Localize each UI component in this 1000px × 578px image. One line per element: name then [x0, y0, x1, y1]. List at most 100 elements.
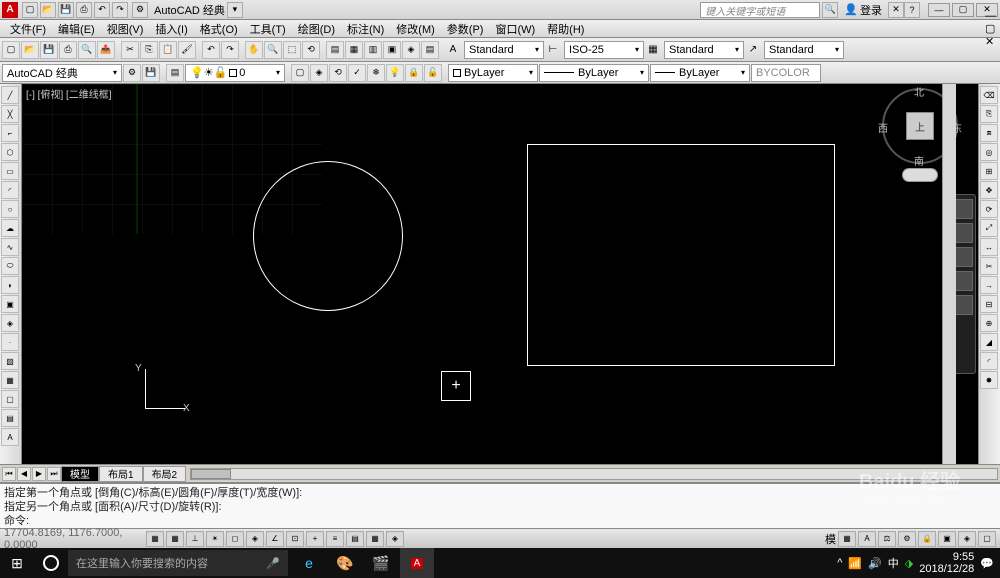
lwt-toggle[interactable]: ≡ [326, 531, 344, 547]
layer-state-icon[interactable]: ▢ [291, 64, 309, 82]
tray-notifications-icon[interactable]: 💬 [980, 557, 994, 570]
ellipsearc-icon[interactable]: ◗ [1, 276, 19, 294]
layer-dropdown[interactable]: 💡 ☀ 🔓 0 ▾ [185, 64, 285, 82]
ellipse-icon[interactable]: ⬭ [1, 257, 19, 275]
edge-icon[interactable]: e [292, 548, 326, 578]
workspace-icon[interactable]: ⚙ [132, 2, 148, 18]
nav-wheel-icon[interactable] [953, 199, 973, 219]
taskbar-search-input[interactable]: 在这里输入你要搜索的内容 🎤 [68, 550, 288, 576]
pline-icon[interactable]: ⌐ [1, 124, 19, 142]
app-logo[interactable]: A [2, 2, 18, 18]
chamfer-icon[interactable]: ◢ [980, 333, 998, 351]
exchange-icon[interactable]: ✕ [888, 2, 904, 18]
point-icon[interactable]: · [1, 333, 19, 351]
tpy-toggle[interactable]: ▤ [346, 531, 364, 547]
redo-icon[interactable]: ↷ [112, 2, 128, 18]
osnap-toggle[interactable]: ◻ [226, 531, 244, 547]
zoom-rt-icon[interactable]: 🔍 [264, 41, 282, 59]
movies-icon[interactable]: 🎬 [364, 548, 398, 578]
tab-layout1[interactable]: 布局1 [99, 466, 143, 482]
start-button[interactable]: ⊞ [0, 548, 34, 578]
command-prompt[interactable]: 命令: [4, 514, 996, 528]
open-icon[interactable]: 📂 [40, 2, 56, 18]
ws-switch-icon[interactable]: ⚙ [898, 531, 916, 547]
cut-icon[interactable]: ✂ [121, 41, 139, 59]
menu-help[interactable]: 帮助(H) [541, 21, 590, 37]
layer-freeze-icon[interactable]: ❄ [367, 64, 385, 82]
menu-parametric[interactable]: 参数(P) [441, 21, 490, 37]
search-icon[interactable]: 🔍 [822, 2, 838, 18]
doc-close-button[interactable]: ✕ [985, 35, 996, 48]
model-space-label[interactable]: 模 [825, 531, 836, 547]
tab-first-icon[interactable]: ⏮ [2, 467, 16, 481]
erase-icon[interactable]: ⌫ [980, 86, 998, 104]
join-icon[interactable]: ⊕ [980, 314, 998, 332]
tab-next-icon[interactable]: ▶ [32, 467, 46, 481]
autocad-task-icon[interactable]: A [400, 548, 434, 578]
nav-pan-icon[interactable] [953, 223, 973, 243]
mleaderstyle-icon[interactable]: ↗ [745, 42, 761, 58]
arc-icon[interactable]: ◜ [1, 181, 19, 199]
menu-format[interactable]: 格式(O) [194, 21, 244, 37]
mleader-style-dropdown[interactable]: Standard▾ [764, 41, 844, 59]
polar-toggle[interactable]: ✴ [206, 531, 224, 547]
gradient-icon[interactable]: ▦ [1, 371, 19, 389]
array-icon[interactable]: ⊞ [980, 162, 998, 180]
tray-security-icon[interactable]: ⬗ [905, 557, 913, 570]
redo-btn-icon[interactable]: ↷ [221, 41, 239, 59]
minimize-button[interactable]: — [928, 3, 950, 17]
undo-btn-icon[interactable]: ↶ [202, 41, 220, 59]
menu-file[interactable]: 文件(F) [4, 21, 52, 37]
fillet-icon[interactable]: ◜ [980, 352, 998, 370]
tab-last-icon[interactable]: ⏭ [47, 467, 61, 481]
menu-insert[interactable]: 插入(I) [149, 21, 193, 37]
viewcube-s[interactable]: 南 [914, 153, 924, 168]
new-icon[interactable]: ▢ [22, 2, 38, 18]
drawing-canvas[interactable]: [-] [俯视] [二维线框] + Y X 上 北 南 西 东 [22, 84, 978, 464]
menu-view[interactable]: 视图(V) [101, 21, 150, 37]
insert-icon[interactable]: ▣ [1, 295, 19, 313]
hardware-icon[interactable]: ▣ [938, 531, 956, 547]
zoom-win-icon[interactable]: ⬚ [283, 41, 301, 59]
3dosnap-toggle[interactable]: ◈ [246, 531, 264, 547]
undo-icon[interactable]: ↶ [94, 2, 110, 18]
circle-icon[interactable]: ○ [1, 200, 19, 218]
block-icon[interactable]: ◈ [1, 314, 19, 332]
menu-edit[interactable]: 编辑(E) [52, 21, 101, 37]
revcloud-icon[interactable]: ☁ [1, 219, 19, 237]
hatch-icon[interactable]: ▨ [1, 352, 19, 370]
maximize-button[interactable]: ▢ [952, 3, 974, 17]
photos-icon[interactable]: 🎨 [328, 548, 362, 578]
move-icon[interactable]: ✥ [980, 181, 998, 199]
menu-window[interactable]: 窗口(W) [489, 21, 541, 37]
ortho-toggle[interactable]: ⊥ [186, 531, 204, 547]
props-icon[interactable]: ▤ [326, 41, 344, 59]
plot-icon[interactable]: ⎙ [59, 41, 77, 59]
login-button[interactable]: 👤 登录 [844, 2, 882, 18]
save-doc-icon[interactable]: 💾 [40, 41, 58, 59]
trim-icon[interactable]: ✂ [980, 257, 998, 275]
help-icon[interactable]: ? [904, 2, 920, 18]
nav-showmotion-icon[interactable] [953, 295, 973, 315]
menu-draw[interactable]: 绘图(D) [292, 21, 341, 37]
command-window[interactable]: 指定第一个角点或 [倒角(C)/标高(E)/圆角(F)/厚度(T)/宽度(W)]… [0, 482, 1000, 528]
copy-icon[interactable]: ⎘ [140, 41, 158, 59]
quickview-icon[interactable]: ▦ [838, 531, 856, 547]
vertical-scrollbar[interactable] [942, 84, 956, 464]
coordinates-display[interactable]: 17704.8169, 1176.7000, 0.0000 [4, 527, 144, 551]
tray-volume-icon[interactable]: 🔊 [868, 557, 882, 570]
tab-model[interactable]: 模型 [61, 466, 99, 482]
layer-match-icon[interactable]: ✓ [348, 64, 366, 82]
dyn-toggle[interactable]: + [306, 531, 324, 547]
paste-icon[interactable]: 📋 [159, 41, 177, 59]
layer-off-icon[interactable]: 💡 [386, 64, 404, 82]
workspace-dropdown[interactable]: AutoCAD 经典▾ [2, 64, 122, 82]
tray-clock[interactable]: 9:55 2018/12/28 [919, 551, 974, 575]
match-icon[interactable]: 🖌 [178, 41, 196, 59]
table-icon[interactable]: ▤ [1, 409, 19, 427]
tp-icon[interactable]: ▥ [364, 41, 382, 59]
mtext-icon[interactable]: A [1, 428, 19, 446]
scale-icon[interactable]: ⤢ [980, 219, 998, 237]
viewcube-home[interactable] [902, 168, 938, 182]
new-doc-icon[interactable]: ▢ [2, 41, 20, 59]
